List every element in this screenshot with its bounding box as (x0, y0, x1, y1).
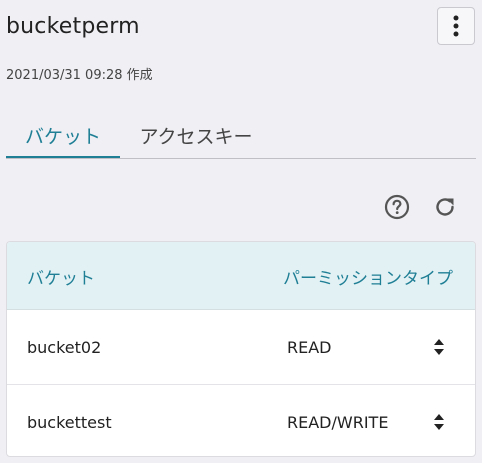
bucket-permission-table: バケット パーミッションタイプ bucket02 READ buckettest… (6, 241, 476, 457)
permission-select[interactable]: READ (277, 326, 457, 368)
page-title: bucketperm (6, 14, 140, 39)
refresh-icon (436, 198, 454, 216)
refresh-button[interactable] (432, 194, 458, 220)
help-icon (384, 194, 410, 220)
sort-arrows-icon (434, 339, 444, 355)
bucket-name-cell: bucket02 (27, 338, 102, 357)
table-header: バケット パーミッションタイプ (7, 242, 475, 310)
help-button[interactable] (384, 194, 410, 220)
created-timestamp: 2021/03/31 09:28 作成 (6, 68, 153, 83)
bucket-name-cell: buckettest (27, 413, 112, 432)
table-row: bucket02 READ (7, 310, 475, 385)
permission-select-value: READ/WRITE (287, 413, 389, 432)
tab-divider (6, 158, 476, 159)
table-row: buckettest READ/WRITE (7, 385, 475, 456)
tab-access-keys[interactable]: アクセスキー (128, 112, 264, 158)
more-options-button[interactable] (437, 7, 475, 45)
permission-select-value: READ (287, 338, 332, 357)
column-header-permission-type: パーミッションタイプ (283, 269, 453, 289)
column-header-bucket: バケット (27, 269, 95, 289)
tab-buckets[interactable]: バケット (6, 112, 120, 158)
sort-arrows-icon (434, 414, 444, 430)
more-vertical-icon (453, 15, 459, 37)
tab-bar: バケット アクセスキー (6, 112, 476, 160)
permission-select[interactable]: READ/WRITE (277, 401, 457, 443)
